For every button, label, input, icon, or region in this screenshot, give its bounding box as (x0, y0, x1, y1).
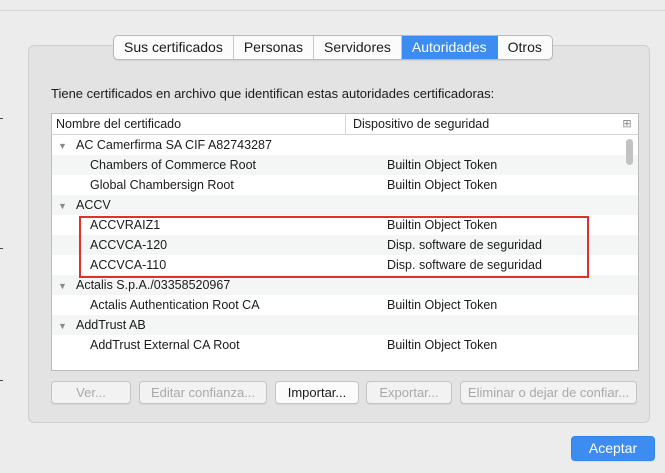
cell-name-text: Global Chambersign Root (90, 178, 234, 192)
accept-button[interactable]: Aceptar (571, 436, 655, 461)
cell-name: Chambers of Commerce Root (52, 155, 380, 175)
tab-personas[interactable]: Personas (234, 36, 314, 59)
cell-name-text: Actalis S.p.A./03358520967 (76, 278, 231, 292)
tab-sus-certificados[interactable]: Sus certificados (114, 36, 234, 59)
table-group-row[interactable]: ▼ AddTrust AB (52, 315, 638, 335)
cell-device (348, 315, 638, 335)
column-header-device[interactable]: Dispositivo de seguridad (346, 114, 616, 134)
annotation-highlight-box (79, 216, 589, 278)
table-row[interactable]: Global Chambersign Root Builtin Object To… (52, 175, 638, 195)
table-row[interactable]: Actalis Authentication Root CA Builtin Ob… (52, 295, 638, 315)
table-header: Nombre del certificado Dispositivo de se… (52, 114, 638, 135)
window-top-edge (0, 0, 665, 11)
table-group-row[interactable]: ▼ ACCV (52, 195, 638, 215)
triangle-down-icon[interactable]: ▼ (58, 276, 76, 295)
cell-name: ▼ AC Camerfirma SA CIF A82743287 (52, 135, 348, 155)
cell-name-text: Chambers of Commerce Root (90, 158, 257, 172)
table-group-row[interactable]: ▼ Actalis S.p.A./03358520967 (52, 275, 638, 295)
cell-name: AddTrust External CA Root (52, 335, 380, 355)
cell-device: Builtin Object Token (387, 158, 498, 172)
cell-device (348, 135, 638, 155)
cell-name: Actalis Authentication Root CA (52, 295, 380, 315)
edge-mark (0, 118, 3, 119)
export-button[interactable]: Exportar... (366, 381, 452, 404)
view-button[interactable]: Ver... (51, 381, 131, 404)
cell-device (348, 195, 638, 215)
column-header-name[interactable]: Nombre del certificado (52, 114, 346, 134)
description-text: Tiene certificados en archivo que identi… (51, 86, 495, 101)
cell-device: Builtin Object Token (387, 298, 498, 312)
cell-name-text: Actalis Authentication Root CA (90, 298, 260, 312)
cell-device: Builtin Object Token (387, 178, 498, 192)
cell-name-text: AC Camerfirma SA CIF A82743287 (76, 138, 272, 152)
edge-mark (0, 380, 3, 381)
table-row[interactable]: AddTrust External CA Root Builtin Object … (52, 335, 638, 355)
import-button[interactable]: Importar... (275, 381, 359, 404)
tab-bar: Sus certificados Personas Servidores Aut… (113, 35, 553, 60)
cell-name-text: AddTrust External CA Root (90, 338, 240, 352)
tab-otros[interactable]: Otros (498, 36, 552, 59)
cell-name: ▼ Actalis S.p.A./03358520967 (52, 275, 348, 295)
tab-servidores[interactable]: Servidores (314, 36, 402, 59)
delete-distrust-button[interactable]: Eliminar o dejar de confiar... (460, 381, 637, 404)
edge-mark (0, 248, 3, 249)
cell-name: ▼ ACCV (52, 195, 348, 215)
triangle-down-icon[interactable]: ▼ (58, 316, 76, 335)
triangle-down-icon[interactable]: ▼ (58, 136, 76, 155)
edit-trust-button[interactable]: Editar confianza... (139, 381, 267, 404)
tab-autoridades[interactable]: Autoridades (401, 36, 498, 59)
cell-device (348, 275, 638, 295)
cell-device: Builtin Object Token (387, 338, 498, 352)
table-group-row[interactable]: ▼ AC Camerfirma SA CIF A82743287 (52, 135, 638, 155)
column-picker-icon[interactable]: ⊞ (616, 114, 638, 134)
vertical-scrollbar[interactable] (626, 139, 633, 165)
table-row[interactable]: Chambers of Commerce Root Builtin Object … (52, 155, 638, 175)
cell-name-text: AddTrust AB (76, 318, 146, 332)
triangle-down-icon[interactable]: ▼ (58, 196, 76, 215)
cell-name: ▼ AddTrust AB (52, 315, 348, 335)
cell-name-text: ACCV (76, 198, 111, 212)
cell-name: Global Chambersign Root (52, 175, 380, 195)
